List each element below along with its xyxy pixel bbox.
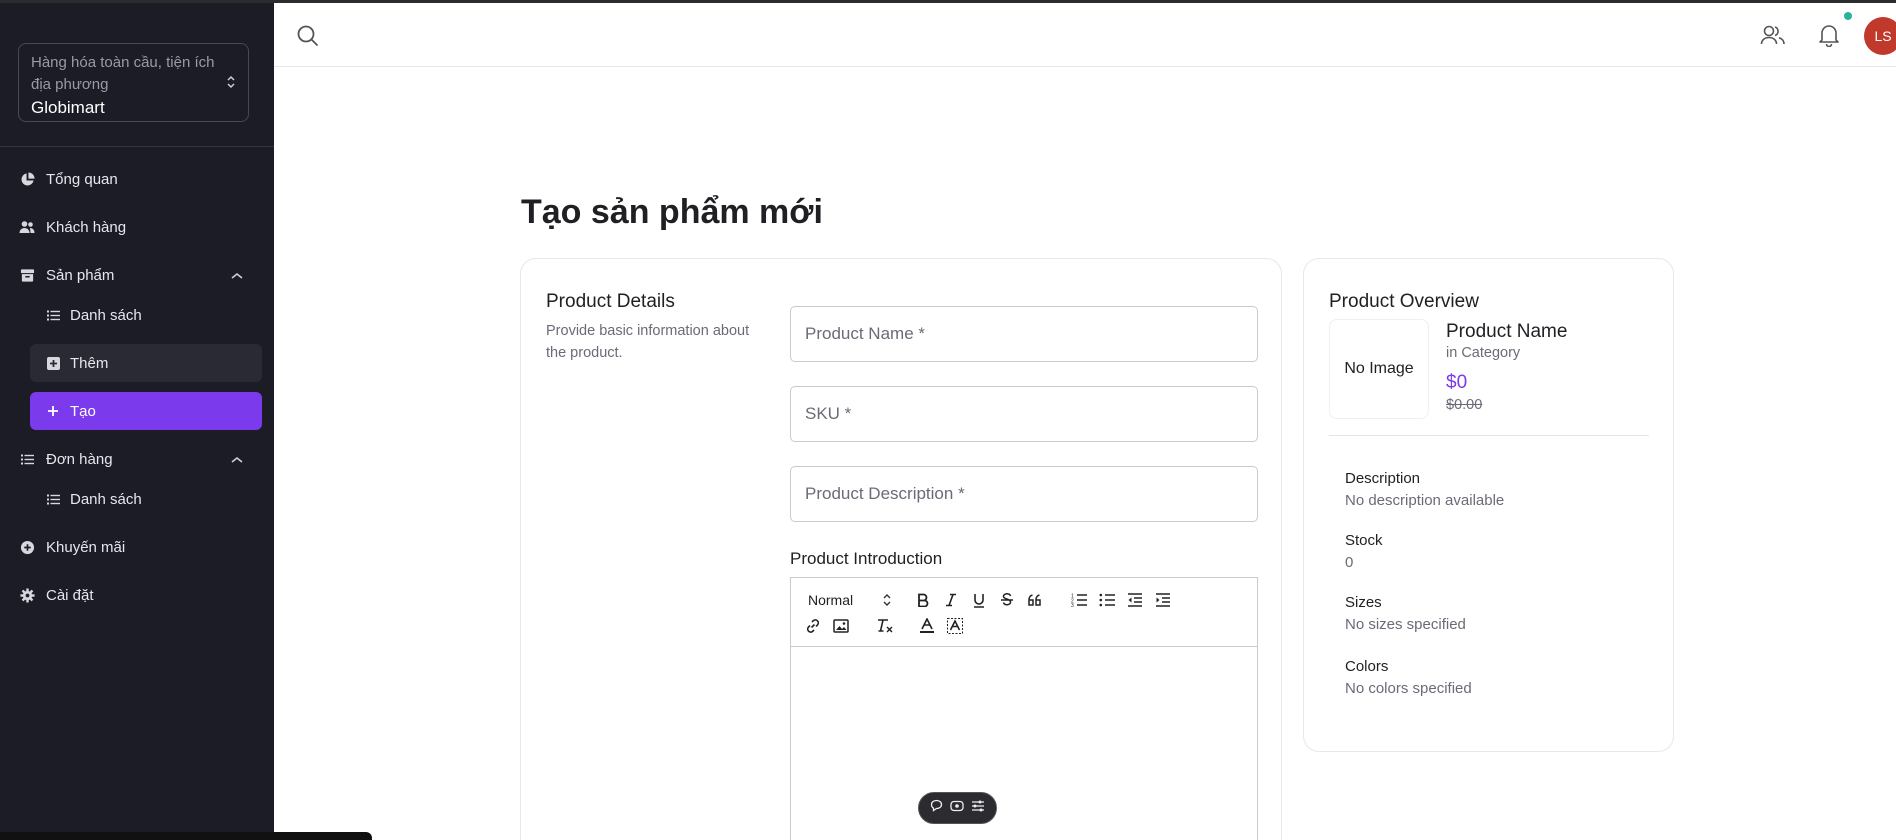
colors-value: No colors specified [1345, 680, 1472, 697]
eye-icon[interactable] [950, 799, 964, 817]
status-bar [0, 832, 372, 840]
organization-name: Globimart [31, 98, 105, 117]
description-value: No description available [1345, 492, 1505, 509]
search-icon[interactable] [296, 24, 320, 53]
sidebar-item-promotions[interactable]: Khuyến mãi [18, 532, 125, 562]
list-icon [18, 450, 36, 468]
indent-icon[interactable] [1153, 590, 1173, 610]
plus-square-icon [46, 356, 60, 370]
sidebar-item-label: Tổng quan [46, 170, 118, 188]
sidebar-item-label: Danh sách [70, 490, 142, 508]
bold-icon[interactable] [913, 590, 933, 610]
rich-text-editor: Normal 123 [790, 577, 1258, 840]
section-description: Provide basic information about the prod… [546, 323, 750, 361]
sizes-label: Sizes [1345, 594, 1382, 611]
editor-toolbar: Normal 123 [791, 578, 1257, 647]
strikethrough-icon[interactable] [997, 590, 1017, 610]
sidebar-item-orders[interactable]: Đơn hàng [18, 444, 113, 474]
overview-product-name: Product Name [1446, 321, 1568, 342]
format-select[interactable]: Normal [808, 592, 853, 608]
sidebar-item-products-create[interactable]: Tạo [30, 392, 262, 430]
italic-icon[interactable] [941, 590, 961, 610]
top-edge [0, 0, 1896, 3]
stock-value: 0 [1345, 554, 1354, 571]
background-color-icon[interactable] [945, 616, 965, 636]
sizes-value: No sizes specified [1345, 616, 1466, 633]
image-icon[interactable] [831, 616, 851, 636]
gear-icon [18, 586, 36, 604]
sidebar-item-label: Tạo [70, 402, 96, 420]
outdent-icon[interactable] [1125, 590, 1145, 610]
chevron-up-icon[interactable] [230, 452, 244, 470]
users-icon[interactable] [1760, 24, 1786, 51]
section-title: Product Details [546, 291, 675, 312]
bullet-list-icon[interactable] [1097, 590, 1117, 610]
users-icon [18, 218, 36, 236]
avatar[interactable]: LS [1864, 17, 1896, 55]
organization-tagline: Hàng hóa toàn cầu, tiện ích địa phương [31, 54, 215, 93]
sidebar-item-label: Cài đặt [46, 586, 94, 604]
sidebar-item-label: Danh sách [70, 306, 142, 324]
chevron-up-icon[interactable] [230, 268, 244, 286]
chevron-up-down-icon [883, 593, 891, 612]
sidebar-item-label: Sản phẩm [46, 266, 115, 284]
description-label: Description [1345, 470, 1421, 487]
overview-compare-price: $0.00 [1446, 397, 1483, 413]
sidebar-item-label: Đơn hàng [46, 450, 113, 468]
stock-label: Stock [1345, 532, 1383, 549]
sidebar: Hàng hóa toàn cầu, tiện ích địa phương G… [0, 0, 274, 840]
sliders-icon[interactable] [971, 799, 985, 817]
sidebar-item-orders-list[interactable]: Danh sách [30, 480, 262, 518]
sidebar-item-products-list[interactable]: Danh sách [30, 296, 262, 334]
sidebar-item-products-add[interactable]: Thêm [30, 344, 262, 382]
sidebar-item-settings[interactable]: Cài đặt [18, 580, 94, 610]
product-overview-card: Product Overview No Image Product Name i… [1303, 258, 1674, 752]
underline-icon[interactable] [969, 590, 989, 610]
top-header: LS [274, 3, 1896, 67]
sidebar-item-products[interactable]: Sản phẩm [18, 260, 114, 290]
ordered-list-icon[interactable]: 123 [1069, 590, 1089, 610]
plus-icon [46, 404, 60, 418]
text-color-icon[interactable] [917, 616, 937, 636]
blockquote-icon[interactable] [1025, 590, 1045, 610]
page-title: Tạo sản phẩm mới [521, 193, 823, 231]
overview-price: $0 [1446, 372, 1468, 393]
product-description-field[interactable]: Product Description * [790, 466, 1258, 522]
sidebar-item-label: Khuyến mãi [46, 538, 126, 556]
product-details-card: Product Details Provide basic informatio… [520, 258, 1282, 840]
link-icon[interactable] [803, 616, 823, 636]
plus-circle-icon [18, 538, 36, 556]
pie-chart-icon [18, 170, 36, 188]
sidebar-divider [0, 146, 274, 147]
product-image-placeholder: No Image [1329, 319, 1429, 419]
comment-icon[interactable] [930, 799, 943, 817]
archive-box-icon [18, 266, 36, 284]
clear-formatting-icon[interactable] [875, 616, 895, 636]
floating-toolbar [918, 792, 997, 824]
svg-text:3: 3 [1071, 603, 1074, 607]
chevron-up-down-icon [226, 74, 236, 95]
bell-icon[interactable] [1818, 23, 1840, 52]
sku-field[interactable]: SKU * [790, 386, 1258, 442]
sidebar-item-label: Khách hàng [46, 218, 127, 236]
list-icon [46, 492, 60, 506]
colors-label: Colors [1345, 658, 1389, 675]
product-introduction-label: Product Introduction [790, 549, 943, 568]
product-name-field[interactable]: Product Name * [790, 306, 1258, 362]
sidebar-item-customers[interactable]: Khách hàng [18, 212, 126, 242]
sidebar-item-overview[interactable]: Tổng quan [18, 164, 118, 194]
notification-badge [1844, 12, 1852, 20]
list-icon [46, 308, 60, 322]
overview-category: in Category [1446, 345, 1521, 361]
overview-title: Product Overview [1329, 291, 1479, 312]
organization-switcher[interactable]: Hàng hóa toàn cầu, tiện ích địa phương G… [18, 43, 249, 122]
sidebar-item-label: Thêm [70, 354, 109, 372]
overview-divider [1329, 435, 1649, 436]
